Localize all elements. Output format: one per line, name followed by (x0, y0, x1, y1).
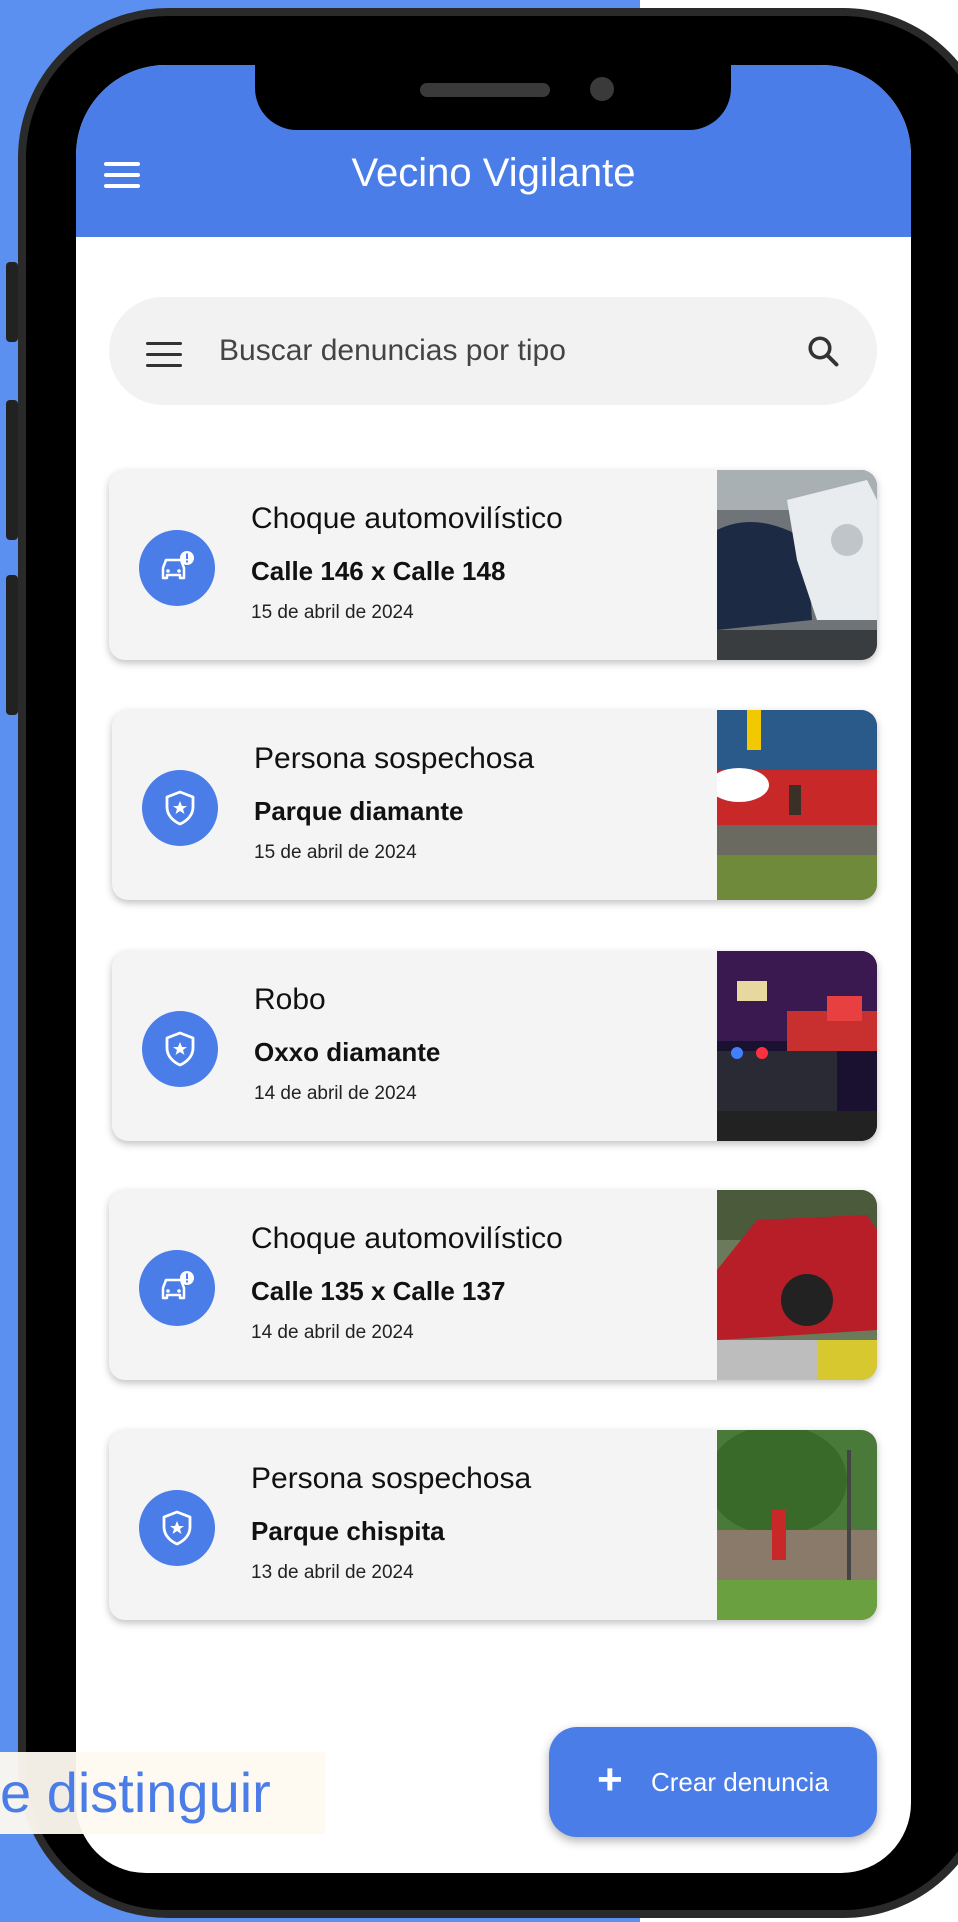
report-card[interactable]: Robo Oxxo diamante 14 de abril de 2024 (112, 951, 877, 1141)
report-type: Persona sospechosa (254, 742, 535, 775)
create-report-label: Crear denuncia (651, 1767, 829, 1797)
report-date: 15 de abril de 2024 (254, 842, 417, 863)
front-camera (590, 77, 614, 101)
report-date: 14 de abril de 2024 (254, 1083, 417, 1104)
plus-icon: + (597, 1755, 623, 1804)
report-avatar (139, 1490, 215, 1566)
phone-notch (255, 65, 731, 130)
report-location: Parque chispita (251, 1516, 445, 1546)
search-input[interactable] (219, 331, 779, 371)
report-type: Persona sospechosa (251, 1462, 532, 1495)
report-type: Robo (254, 983, 326, 1016)
search-bar[interactable] (109, 297, 877, 405)
create-report-button[interactable]: + Crear denuncia (549, 1727, 877, 1837)
shield-icon (165, 790, 195, 826)
report-card[interactable]: Choque automovilístico Calle 135 x Calle… (109, 1190, 877, 1380)
caption-overlay: e distinguir (0, 1752, 325, 1834)
report-type: Choque automovilístico (251, 502, 563, 535)
report-photo (717, 1190, 877, 1380)
car-alert-icon (161, 1271, 194, 1300)
report-avatar (139, 530, 215, 606)
report-date: 14 de abril de 2024 (251, 1322, 414, 1343)
report-card[interactable]: Choque automovilístico Calle 146 x Calle… (109, 470, 877, 660)
app-title: Vecino Vigilante (351, 151, 636, 195)
phone-side-button (6, 262, 18, 342)
report-type: Choque automovilístico (251, 1222, 563, 1255)
report-location: Parque diamante (254, 796, 464, 826)
report-date: 13 de abril de 2024 (251, 1562, 414, 1583)
app-screen: Vecino Vigilante Choque automovilístico … (76, 65, 911, 1873)
report-location: Calle 146 x Calle 148 (251, 556, 506, 586)
speaker-grille (420, 83, 550, 97)
report-location: Oxxo diamante (254, 1037, 441, 1067)
report-avatar (142, 1011, 218, 1087)
search-icon[interactable] (805, 333, 841, 369)
car-alert-icon (161, 551, 194, 580)
report-card[interactable]: Persona sospechosa Parque chispita 13 de… (109, 1430, 877, 1620)
search-menu-icon[interactable] (146, 342, 182, 368)
phone-side-button (6, 575, 18, 715)
shield-icon (165, 1031, 195, 1067)
report-photo (717, 1430, 877, 1620)
report-photo (717, 470, 877, 660)
report-avatar (139, 1250, 215, 1326)
report-date: 15 de abril de 2024 (251, 602, 414, 623)
report-photo (717, 710, 877, 900)
shield-icon (162, 1510, 192, 1546)
report-photo (717, 951, 877, 1141)
report-location: Calle 135 x Calle 137 (251, 1276, 506, 1306)
report-avatar (142, 770, 218, 846)
phone-side-button (6, 400, 18, 540)
report-card[interactable]: Persona sospechosa Parque diamante 15 de… (112, 710, 877, 900)
